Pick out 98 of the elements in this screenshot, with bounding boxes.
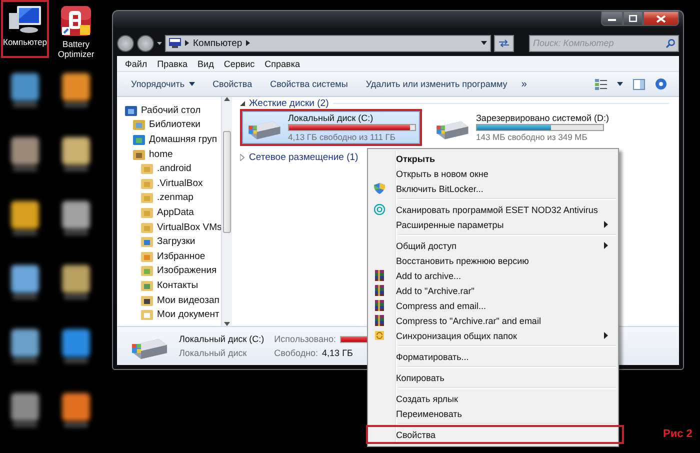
tree-item[interactable]: .VirtualBox — [157, 178, 203, 189]
toolbar-button[interactable]: Свойства — [204, 79, 260, 89]
down-arrow-icon[interactable] — [224, 322, 230, 326]
view-icon[interactable] — [595, 78, 607, 90]
menu-item[interactable]: Открыть в новом окне — [370, 166, 616, 181]
maximize-icon — [629, 15, 637, 22]
preview-pane-icon[interactable] — [633, 78, 645, 90]
drive-name: Локальный диск (C:) — [288, 113, 374, 123]
menu-item[interactable]: Переименовать — [370, 406, 616, 421]
refresh-button[interactable] — [494, 34, 514, 52]
collapsed-icon[interactable] — [240, 154, 245, 161]
overflow-button[interactable]: » — [517, 78, 531, 90]
drive-name: Зарезервировано системой (D:) — [476, 113, 610, 123]
folder-icon — [141, 163, 153, 174]
tree-item[interactable]: Избранное — [157, 250, 206, 262]
free-space-text: 143 МБ свободно из 349 МБ — [476, 132, 588, 142]
maximize-button[interactable] — [623, 11, 643, 26]
group-header[interactable]: Сетевое размещение (1) — [249, 152, 358, 163]
menu-item[interactable]: Открыть — [370, 151, 616, 166]
field-label: Свободно: — [274, 348, 318, 358]
menu-item[interactable]: Расширенные параметры — [370, 217, 616, 232]
folder-icon — [141, 178, 153, 189]
archive-icon — [374, 270, 385, 281]
menu-item[interactable]: Копировать — [370, 370, 616, 385]
folder-icon — [141, 222, 153, 233]
menu-item[interactable]: Восстановить прежнюю версию — [370, 253, 616, 268]
figure-caption: Рис 2 — [663, 428, 692, 440]
caret-icon[interactable] — [157, 42, 162, 44]
menu-item[interactable]: Свойства — [368, 427, 622, 442]
tree-item[interactable]: Мои документ — [157, 309, 220, 320]
icon-label: Компьютер — [3, 37, 47, 47]
menu-item[interactable]: Синхронизация общих папок — [370, 328, 616, 343]
breadcrumb-item[interactable]: Компьютер — [193, 38, 242, 48]
archive-icon — [374, 300, 385, 311]
folder-icon — [141, 206, 153, 218]
menu-item[interactable]: Add to archive... — [370, 268, 616, 283]
menu-item[interactable]: Создать ярлык — [370, 391, 616, 406]
shield-icon — [374, 183, 385, 194]
field-label: Использовано: — [274, 334, 336, 344]
app-icon[interactable] — [60, 5, 92, 37]
free-space-text: 4,13 ГБ свободно из 111 ГБ — [288, 132, 396, 142]
drive-tile[interactable]: Зарезервировано системой (D:) 143 МБ свободно из 349 МБ — [428, 109, 616, 146]
up-arrow-icon[interactable] — [224, 97, 230, 101]
drive-name: Локальный диск (C:) — [179, 334, 264, 344]
icon-label: Battery Optimizer — [56, 39, 96, 59]
computer-icon[interactable] — [8, 5, 42, 35]
menu-item[interactable]: Вид — [192, 58, 219, 68]
close-button[interactable] — [643, 11, 679, 26]
menu-item[interactable]: Правка — [152, 58, 193, 68]
menu-item[interactable]: Файл — [120, 58, 152, 68]
tree-item[interactable]: Загрузки — [157, 236, 196, 248]
menu-item[interactable]: Форматировать... — [370, 349, 616, 364]
caret-icon[interactable] — [481, 41, 487, 45]
computer-icon — [169, 38, 181, 48]
caret-icon[interactable] — [617, 82, 623, 86]
tree-item[interactable]: .zenmap — [157, 192, 194, 204]
menu-item[interactable]: Compress and email... — [370, 298, 616, 313]
back-button[interactable] — [117, 34, 134, 52]
search-icon — [666, 38, 675, 48]
forward-button[interactable] — [137, 34, 154, 52]
free-space-value: 4,13 ГБ — [322, 348, 353, 358]
menu-item[interactable]: Сканировать программой ESET NOD32 Antivirus — [370, 202, 616, 217]
tree-item[interactable]: Библиотеки — [149, 119, 200, 130]
archive-icon — [374, 285, 385, 296]
folder-icon — [141, 192, 153, 204]
menu-item[interactable]: Compress to "Archive.rar" and email — [370, 313, 616, 328]
chevron-icon — [246, 40, 250, 46]
archive-icon — [374, 315, 385, 326]
expanded-icon[interactable] — [240, 101, 245, 106]
tree-item[interactable]: Рабочий стол — [141, 104, 201, 116]
address-bar[interactable]: Компьютер — [165, 34, 491, 52]
scrollbar[interactable] — [221, 97, 232, 326]
help-icon[interactable] — [655, 78, 667, 90]
close-icon — [655, 14, 667, 24]
drive-type: Локальный диск — [179, 348, 248, 358]
tree-item[interactable]: AppData — [157, 206, 194, 218]
scroll-thumb[interactable] — [223, 130, 231, 232]
chevron-icon — [185, 40, 189, 46]
toolbar-button[interactable]: Свойства системы — [262, 79, 356, 89]
menu-item[interactable]: Общий доступ — [370, 238, 616, 253]
menu-item[interactable]: Включить BitLocker... — [370, 181, 616, 196]
menu-item[interactable]: Справка — [260, 58, 305, 68]
tree-item[interactable]: home — [149, 148, 173, 160]
minimize-button[interactable] — [601, 11, 623, 26]
sync-icon — [374, 330, 385, 341]
search-field[interactable]: Поиск: Компьютер — [529, 34, 679, 52]
group-header[interactable]: Жесткие диски (2) — [249, 98, 329, 109]
tree-item[interactable]: .android — [157, 163, 192, 174]
drive-tile[interactable]: Локальный диск (C:) 4,13 ГБ свободно из 111 ГБ — [240, 109, 422, 146]
tree-item[interactable]: Контакты — [157, 280, 198, 291]
menu-item[interactable]: Add to "Archive.rar" — [370, 283, 616, 298]
tree-item[interactable]: Мои видеозап — [157, 294, 220, 306]
toolbar-button[interactable]: Удалить или изменить программу — [358, 79, 516, 89]
toolbar-button[interactable]: Упорядочить — [123, 79, 203, 89]
arrows-icon — [498, 39, 510, 47]
tree-item[interactable]: Изображения — [157, 265, 217, 276]
menu-item[interactable]: Сервис — [218, 58, 260, 68]
tree-item[interactable]: Домашняя груп — [149, 134, 217, 145]
